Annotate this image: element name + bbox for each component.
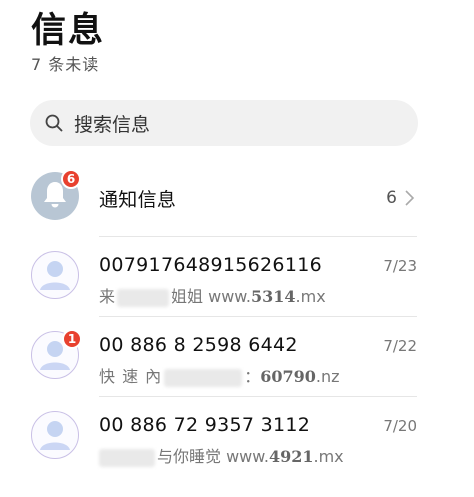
search-bar[interactable]: 搜索信息 [30, 100, 418, 146]
avatar [31, 251, 79, 299]
unread-count: 7 条未读 [31, 55, 100, 74]
notification-row[interactable]: 6 通知信息 6 [0, 168, 474, 228]
conversation-title: 00 886 8 2598 6442 [99, 334, 298, 356]
conversation-preview: 与你睡觉 www.4921.mx [99, 443, 344, 467]
search-placeholder: 搜索信息 [74, 113, 151, 136]
chevron-right-icon [404, 189, 416, 207]
divider [99, 236, 417, 237]
avatar [31, 411, 79, 459]
unread-badge: 1 [62, 329, 82, 349]
conversation-row[interactable]: 007917648915626116 7/23 来姐姐 www.5314.mx [0, 240, 474, 318]
conversation-date: 7/23 [383, 257, 417, 275]
conversation-preview: 快 速 內：60790.nz [99, 367, 340, 387]
divider [99, 316, 417, 317]
notification-count: 6 [386, 188, 397, 208]
conversation-title: 007917648915626116 [99, 254, 322, 276]
conversation-row[interactable]: 00 886 72 9357 3112 7/20 与你睡觉 www.4921.m… [0, 400, 474, 478]
conversation-title: 00 886 72 9357 3112 [99, 414, 311, 436]
notification-badge: 6 [61, 169, 81, 189]
conversation-date: 7/22 [383, 337, 417, 355]
divider [99, 396, 417, 397]
conversation-row[interactable]: 1 00 886 8 2598 6442 7/22 快 速 內：60790.nz [0, 320, 474, 398]
search-icon [44, 113, 64, 133]
conversation-date: 7/20 [383, 417, 417, 435]
conversation-preview: 来姐姐 www.5314.mx [99, 287, 326, 307]
notification-title: 通知信息 [99, 189, 177, 211]
page-title: 信息 [31, 11, 106, 51]
